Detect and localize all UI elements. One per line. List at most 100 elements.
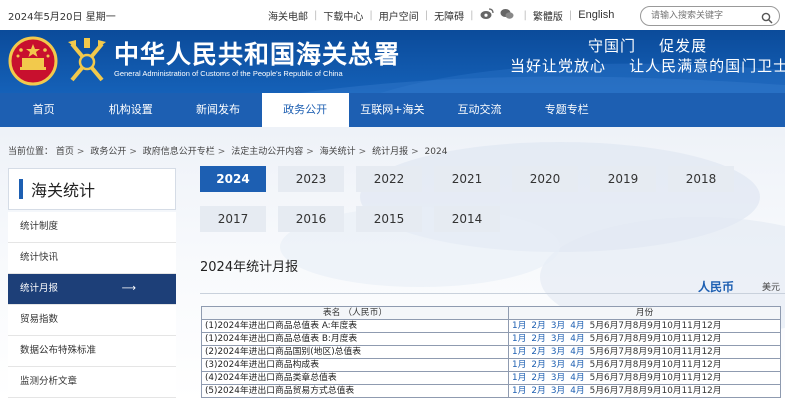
- sidebar-item-statistics-system[interactable]: 统计制度: [8, 212, 176, 243]
- month-unavailable: 5月6月7月8月9月10月11月12月: [589, 360, 722, 370]
- month-links: 1月 2月 3月 4月 5月6月7月8月9月10月11月12月: [508, 384, 781, 398]
- nav-organization[interactable]: 机构设置: [87, 93, 174, 127]
- month-link[interactable]: 2月: [531, 334, 545, 344]
- monthly-report-table: 表名 （人民币） 月份 (1)2024年进出口商品总值表 A:年度表 1月 2月 3月…: [201, 306, 781, 398]
- year-tab-2023[interactable]: 2023: [278, 166, 344, 192]
- breadcrumb-item[interactable]: 政务公开: [90, 147, 126, 157]
- month-link[interactable]: 3月: [551, 347, 565, 357]
- month-link[interactable]: 4月: [570, 347, 584, 357]
- search-box: [640, 6, 780, 26]
- year-tab-2022[interactable]: 2022: [356, 166, 422, 192]
- month-link[interactable]: 4月: [570, 373, 584, 383]
- month-unavailable: 5月6月7月8月9月10月11月12月: [589, 373, 722, 383]
- month-link[interactable]: 3月: [551, 360, 565, 370]
- report-name: (2)2024年进出口商品国别(地区)总值表: [201, 345, 509, 359]
- arrow-right-icon: ⟶: [121, 283, 136, 294]
- sidebar-item-analysis-articles[interactable]: 监测分析文章: [8, 367, 176, 398]
- nav-news[interactable]: 新闻发布: [174, 93, 261, 127]
- month-link[interactable]: 2月: [531, 386, 545, 396]
- month-unavailable: 5月6月7月8月9月10月11月12月: [589, 334, 722, 344]
- sidebar-item-monthly-report[interactable]: 统计月报 ⟶: [8, 274, 176, 305]
- nav-internet-customs[interactable]: 互联网+海关: [349, 93, 436, 127]
- link-accessibility[interactable]: 无障碍: [434, 8, 464, 23]
- year-tab-2017[interactable]: 2017: [200, 206, 266, 232]
- national-emblem-icon[interactable]: [8, 36, 58, 86]
- sidebar-item-label: 统计快讯: [20, 252, 59, 263]
- weibo-icon[interactable]: [480, 7, 494, 23]
- breadcrumb-item[interactable]: 海关统计: [320, 147, 356, 157]
- month-link[interactable]: 1月: [512, 334, 526, 344]
- currency-usd-tab[interactable]: 美元: [762, 280, 780, 293]
- link-download-center[interactable]: 下载中心: [323, 8, 363, 23]
- month-link[interactable]: 3月: [551, 334, 565, 344]
- breadcrumb-item[interactable]: 统计月报: [372, 147, 408, 157]
- divider: |: [568, 9, 573, 21]
- link-user-space[interactable]: 用户空间: [379, 8, 419, 23]
- month-link[interactable]: 3月: [551, 386, 565, 396]
- year-tab-2015[interactable]: 2015: [356, 206, 422, 232]
- month-link[interactable]: 1月: [512, 347, 526, 357]
- link-english[interactable]: English: [578, 9, 614, 21]
- month-link[interactable]: 4月: [570, 386, 584, 396]
- year-tab-2014[interactable]: 2014: [434, 206, 500, 232]
- month-link[interactable]: 1月: [512, 321, 526, 331]
- divider: |: [369, 9, 373, 21]
- report-name: (3)2024年进出口商品构成表: [201, 358, 509, 372]
- month-link[interactable]: 1月: [512, 373, 526, 383]
- month-link[interactable]: 2月: [531, 360, 545, 370]
- month-link[interactable]: 2月: [531, 321, 545, 331]
- month-unavailable: 5月6月7月8月9月10月11月12月: [589, 321, 722, 331]
- sidebar-item-statistics-flash[interactable]: 统计快讯: [8, 243, 176, 274]
- main-nav: 首页 机构设置 新闻发布 政务公开 互联网+海关 互动交流 专题专栏: [0, 93, 785, 127]
- breadcrumb-item[interactable]: 法定主动公开内容: [231, 147, 303, 157]
- month-link[interactable]: 4月: [570, 321, 584, 331]
- month-link[interactable]: 4月: [570, 360, 584, 370]
- year-tab-2021[interactable]: 2021: [434, 166, 500, 192]
- year-tab-2019[interactable]: 2019: [590, 166, 656, 192]
- month-link[interactable]: 4月: [570, 334, 584, 344]
- table-header-row: 表名 （人民币） 月份: [201, 306, 781, 320]
- sidebar-menu: 统计制度 统计快讯 统计月报 ⟶ 贸易指数 数据公布特殊标准 监测分析文章: [8, 212, 176, 398]
- month-links: 1月 2月 3月 4月 5月6月7月8月9月10月11月12月: [508, 319, 781, 333]
- month-links: 1月 2月 3月 4月 5月6月7月8月9月10月11月12月: [508, 345, 781, 359]
- month-links: 1月 2月 3月 4月 5月6月7月8月9月10月11月12月: [508, 371, 781, 385]
- site-title-english: General Administration of Customs of the…: [114, 69, 343, 78]
- breadcrumb-item[interactable]: 2024: [425, 147, 448, 157]
- nav-interaction[interactable]: 互动交流: [436, 93, 523, 127]
- search-icon[interactable]: [761, 9, 773, 28]
- customs-emblem-icon[interactable]: [64, 36, 110, 88]
- breadcrumb-item[interactable]: 政府信息公开专栏: [143, 147, 215, 157]
- sidebar-title: 海关统计: [8, 168, 176, 210]
- month-link[interactable]: 1月: [512, 386, 526, 396]
- year-tab-2016[interactable]: 2016: [278, 206, 344, 232]
- divider: |: [424, 9, 429, 21]
- site-title[interactable]: 中华人民共和国海关总署: [114, 35, 400, 71]
- search-input[interactable]: [651, 9, 751, 23]
- link-traditional-chinese[interactable]: 繁體版: [533, 8, 563, 23]
- month-link[interactable]: 1月: [512, 360, 526, 370]
- sidebar-item-trade-index[interactable]: 贸易指数: [8, 305, 176, 336]
- report-name: (1)2024年进出口商品总值表 A:年度表: [201, 319, 509, 333]
- report-name: (4)2024年进出口商品类章总值表: [201, 371, 509, 385]
- sidebar-item-label: 监测分析文章: [20, 376, 78, 387]
- month-link[interactable]: 2月: [531, 347, 545, 357]
- top-utility-bar: 2024年5月20日 星期一 海关电邮 | 下载中心 | 用户空间 | 无障碍 …: [0, 0, 785, 31]
- breadcrumb-item[interactable]: 首页: [56, 147, 74, 157]
- month-link[interactable]: 3月: [551, 373, 565, 383]
- year-tab-2024[interactable]: 2024: [200, 166, 266, 192]
- nav-home[interactable]: 首页: [0, 93, 87, 127]
- nav-government-affairs[interactable]: 政务公开: [261, 93, 349, 127]
- divider: |: [470, 9, 474, 21]
- month-links: 1月 2月 3月 4月 5月6月7月8月9月10月11月12月: [508, 332, 781, 346]
- header-banner: 中华人民共和国海关总署 General Administration of Cu…: [0, 30, 785, 93]
- year-tab-2018[interactable]: 2018: [668, 166, 734, 192]
- link-email[interactable]: 海关电邮: [268, 8, 308, 23]
- sidebar-item-data-standard[interactable]: 数据公布特殊标准: [8, 336, 176, 367]
- breadcrumb-prefix: 当前位置：: [8, 147, 54, 157]
- nav-special-topics[interactable]: 专题专栏: [523, 93, 610, 127]
- year-tab-2020[interactable]: 2020: [512, 166, 578, 192]
- month-link[interactable]: 3月: [551, 321, 565, 331]
- table-header-month: 月份: [508, 306, 781, 320]
- month-link[interactable]: 2月: [531, 373, 545, 383]
- wechat-icon[interactable]: [500, 8, 514, 23]
